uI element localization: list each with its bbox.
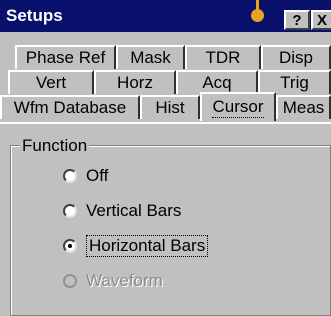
tab-mask[interactable]: Mask <box>116 45 185 69</box>
tab-trig[interactable]: Trig <box>258 70 331 94</box>
tab-tdr[interactable]: TDR <box>185 45 261 69</box>
tab-horz[interactable]: Horz <box>94 70 176 94</box>
function-option-off[interactable]: Off <box>63 164 108 188</box>
close-button[interactable]: X <box>311 10 331 30</box>
function-option-label: Off <box>86 166 109 185</box>
function-option-vertical-bars[interactable]: Vertical Bars <box>63 199 181 223</box>
radio-vertical-bars[interactable] <box>63 204 77 218</box>
help-button[interactable]: ? <box>284 10 310 30</box>
function-group-label: Function <box>20 136 90 156</box>
setups-dialog: Setups ? X Phase Ref Mask TDR Disp Vert … <box>0 0 331 316</box>
radio-horizontal-bars[interactable] <box>63 239 77 253</box>
radio-waveform <box>63 274 77 288</box>
function-option-label: Vertical Bars <box>86 201 182 220</box>
function-group <box>10 145 331 316</box>
tab-row-2: Vert Horz Acq Trig <box>0 70 331 94</box>
tab-cursor[interactable]: Cursor <box>200 92 276 121</box>
tab-acq[interactable]: Acq <box>176 70 258 94</box>
tab-hist[interactable]: Hist <box>140 95 200 119</box>
tab-row-1: Phase Ref Mask TDR Disp <box>0 45 331 69</box>
tab-vert[interactable]: Vert <box>8 70 94 94</box>
tab-meas[interactable]: Meas <box>276 95 331 119</box>
title-bar[interactable]: Setups ? X <box>0 0 331 32</box>
function-option-label: Waveform <box>86 271 163 290</box>
close-icon: X <box>316 11 327 29</box>
function-option-waveform: Waveform <box>63 269 163 293</box>
tab-row-3: Wfm Database Hist Cursor Meas <box>0 92 331 121</box>
function-option-label: Horizontal Bars <box>86 235 209 257</box>
tab-phase-ref[interactable]: Phase Ref <box>15 45 116 69</box>
radio-off[interactable] <box>63 169 77 183</box>
function-option-horizontal-bars[interactable]: Horizontal Bars <box>63 234 209 258</box>
tab-wfm-database[interactable]: Wfm Database <box>0 95 140 119</box>
dialog-title: Setups <box>6 6 63 25</box>
help-icon: ? <box>292 11 302 29</box>
callout-marker <box>251 9 264 22</box>
tab-disp[interactable]: Disp <box>261 45 331 69</box>
